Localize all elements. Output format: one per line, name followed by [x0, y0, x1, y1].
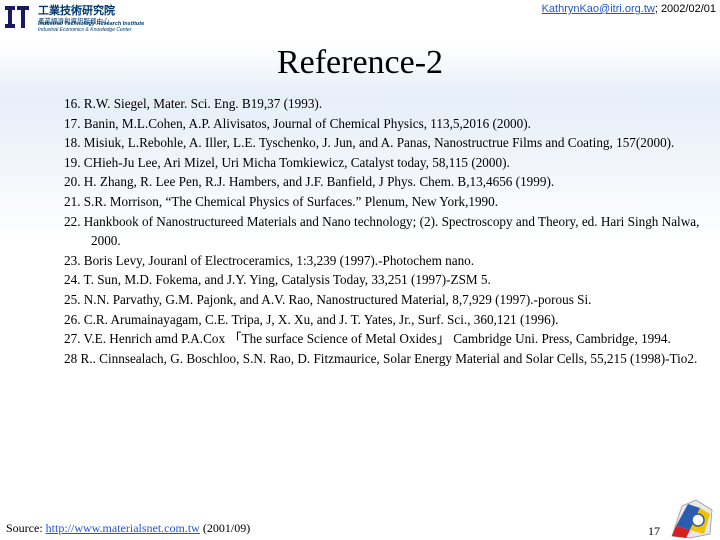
reference-item: 18. Misiuk, L.Rebohle, A. Iller, L.E. Ty…: [64, 135, 675, 151]
itri-logo-icon: [3, 3, 31, 31]
reference-list: 16. R.W. Siegel, Mater. Sci. Eng. B19,37…: [64, 94, 704, 368]
ieki-corner-logo-icon: [671, 499, 713, 539]
reference-item: 20. H. Zhang, R. Lee Pen, R.J. Hambers, …: [64, 174, 555, 190]
page-title: Reference-2: [276, 44, 444, 81]
reference-item: 16. R.W. Siegel, Mater. Sci. Eng. B19,37…: [64, 96, 323, 111]
reference-item: 27. V.E. Henrich amd P.A.Cox 「The surfac…: [64, 331, 671, 347]
source-label: Source:: [6, 521, 46, 535]
org-subtitle-en: Industrial Economics & Knowledge Center: [38, 27, 132, 33]
header-date: ; 2002/02/01: [654, 3, 716, 15]
reference-item: 23. Boris Levy, Jouranl of Electrocerami…: [64, 252, 475, 268]
reference-item: 17. Banin, M.L.Cohen, A.P. Alivisatos, J…: [64, 115, 531, 131]
footer-source: Source: http://www.materialsnet.com.tw (…: [6, 521, 250, 536]
source-link[interactable]: http://www.materialsnet.com.tw: [46, 521, 200, 535]
source-date: (2001/09): [199, 521, 251, 535]
reference-item: 24. T. Sun, M.D. Fokema, and J.Y. Ying, …: [64, 272, 491, 288]
itri-logo-block: 工業技術研究院 產業經濟與資訊服務中心 Industrial Technolog…: [2, 2, 162, 34]
author-email-link[interactable]: KathrynKao@itri.org.tw: [542, 3, 655, 15]
reference-item: 21. S.R. Morrison, “The Chemical Physics…: [64, 193, 499, 209]
reference-item: 19. CHieh-Ju Lee, Ari Mizel, Uri Micha T…: [64, 154, 510, 170]
reference-item: 25. N.N. Parvathy, G.M. Pajonk, and A.V.…: [64, 291, 592, 307]
reference-item: 26. C.R. Arumainayagam, C.E. Tripa, J, X…: [64, 311, 559, 327]
page-number: 17: [648, 524, 660, 538]
header-meta: KathrynKao@itri.org.tw; 2002/02/01: [542, 3, 716, 15]
reference-item: 28 R.. Cinnsealach, G. Boschloo, S.N. Ra…: [64, 350, 698, 366]
reference-item: 22. Hankbook of Nanostructureed Material…: [64, 213, 700, 249]
